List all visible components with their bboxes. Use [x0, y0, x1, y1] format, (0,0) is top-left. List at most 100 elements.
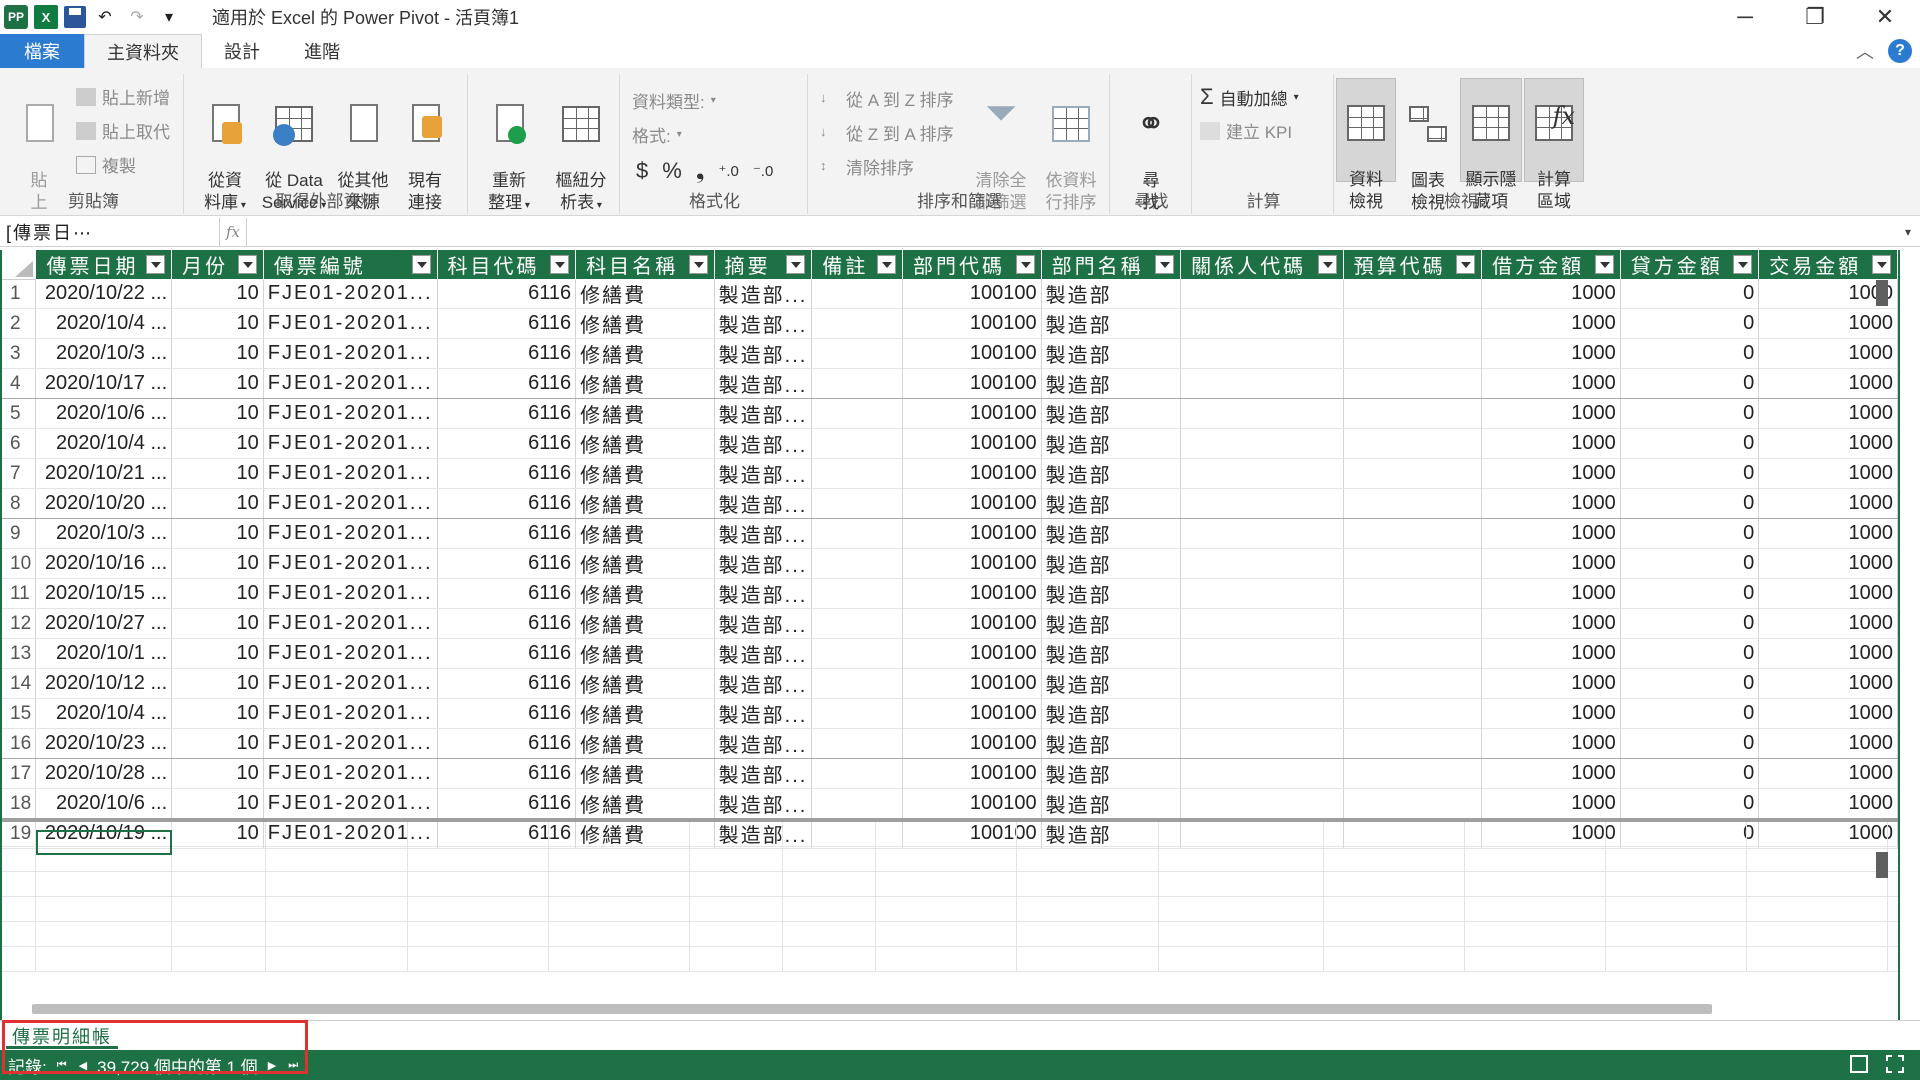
table-cell[interactable]: 1000: [1481, 608, 1621, 639]
table-cell[interactable]: 2020/10/17 ...: [35, 368, 173, 399]
table-cell[interactable]: 100100: [902, 518, 1042, 549]
filter-dropdown-icon[interactable]: [1872, 255, 1891, 274]
filter-dropdown-icon[interactable]: [786, 255, 806, 274]
table-cell[interactable]: 修繕費: [575, 428, 715, 459]
table-cell[interactable]: 2020/10/4 ...: [35, 308, 173, 339]
row-number[interactable]: 2: [2, 308, 37, 339]
table-cell[interactable]: 製造部...: [714, 578, 813, 609]
table-cell[interactable]: 2020/10/4 ...: [35, 428, 173, 459]
table-row[interactable]: 9 2020/10/3 ... 10 FJE01-20201... 6116 修繕費 製造部…: [2, 518, 1898, 549]
table-cell[interactable]: 修繕費: [575, 698, 715, 729]
calc-cell[interactable]: [1017, 822, 1159, 847]
calc-cell[interactable]: [172, 897, 266, 922]
table-cell[interactable]: 10: [171, 758, 264, 789]
column-header[interactable]: 交易金額: [1758, 250, 1898, 279]
calc-cell[interactable]: [1465, 847, 1606, 872]
calc-cell[interactable]: [1606, 947, 1747, 972]
calc-cell[interactable]: [1747, 897, 1888, 922]
refresh-button[interactable]: 重新 整理 ▾: [480, 80, 538, 217]
calc-cell[interactable]: [1017, 947, 1159, 972]
calc-cell[interactable]: [172, 947, 266, 972]
table-row[interactable]: 7 2020/10/21 ... 10 FJE01-20201... 6116 修繕費 製造…: [2, 458, 1898, 489]
table-cell[interactable]: 0: [1620, 698, 1760, 729]
table-cell[interactable]: [1343, 279, 1483, 309]
calc-cell[interactable]: [690, 897, 783, 922]
table-cell[interactable]: 製造部...: [714, 638, 813, 669]
table-cell[interactable]: 修繕費: [575, 458, 715, 489]
table-cell[interactable]: [1343, 698, 1483, 729]
table-cell[interactable]: 100100: [902, 458, 1042, 489]
minimize-button[interactable]: ─: [1710, 0, 1780, 34]
calc-cell[interactable]: [1747, 947, 1888, 972]
table-cell[interactable]: [811, 698, 904, 729]
calc-cell[interactable]: [1747, 822, 1888, 847]
table-cell[interactable]: [1343, 608, 1483, 639]
table-cell[interactable]: 1000: [1758, 518, 1898, 549]
table-cell[interactable]: [1180, 668, 1344, 699]
table-cell[interactable]: 6116: [437, 788, 577, 819]
table-cell[interactable]: [1180, 608, 1344, 639]
close-button[interactable]: ✕: [1850, 0, 1920, 34]
table-cell[interactable]: 修繕費: [575, 608, 715, 639]
table-cell[interactable]: 100100: [902, 279, 1042, 309]
table-cell[interactable]: [1180, 638, 1344, 669]
clear-sort-button[interactable]: ↕ 清除排序: [820, 154, 914, 179]
table-cell[interactable]: FJE01-20201...: [263, 488, 438, 519]
table-cell[interactable]: 10: [171, 398, 264, 429]
name-box[interactable]: [傳票日⋯: [0, 217, 220, 246]
calc-cell[interactable]: [1159, 847, 1324, 872]
table-cell[interactable]: [1180, 518, 1344, 549]
table-cell[interactable]: 1000: [1758, 458, 1898, 489]
table-cell[interactable]: [1180, 788, 1344, 819]
table-cell[interactable]: 2020/10/6 ...: [35, 398, 173, 429]
table-cell[interactable]: 100100: [902, 578, 1042, 609]
calc-cell[interactable]: [1606, 822, 1747, 847]
calc-cell[interactable]: [266, 822, 408, 847]
calc-cell[interactable]: [172, 822, 266, 847]
table-cell[interactable]: [811, 368, 904, 399]
show-hidden-button[interactable]: 顯示隱 藏項: [1460, 78, 1522, 211]
table-cell[interactable]: 1000: [1758, 788, 1898, 819]
calc-cell[interactable]: [549, 947, 690, 972]
table-cell[interactable]: 製造部: [1041, 518, 1182, 549]
table-cell[interactable]: 製造部: [1041, 668, 1182, 699]
calc-cell[interactable]: [783, 922, 876, 947]
table-row[interactable]: 17 2020/10/28 ... 10 FJE01-20201... 6116 修繕費製…: [2, 758, 1898, 789]
tab-design[interactable]: 設計: [202, 34, 282, 68]
tab-file[interactable]: 檔案: [0, 34, 84, 68]
table-cell[interactable]: 100100: [902, 698, 1042, 729]
save-icon[interactable]: [64, 6, 86, 28]
column-header[interactable]: 傳票日期: [35, 250, 173, 279]
filter-dropdown-icon[interactable]: [1733, 255, 1753, 274]
table-cell[interactable]: FJE01-20201...: [263, 638, 438, 669]
calc-cell[interactable]: [690, 822, 783, 847]
table-cell[interactable]: 1000: [1481, 398, 1621, 429]
table-cell[interactable]: 1000: [1481, 548, 1621, 579]
table-cell[interactable]: 1000: [1758, 548, 1898, 579]
calc-cell[interactable]: [1747, 922, 1888, 947]
table-cell[interactable]: 1000: [1758, 608, 1898, 639]
table-cell[interactable]: 6116: [437, 308, 577, 339]
table-cell[interactable]: 0: [1620, 279, 1760, 309]
table-cell[interactable]: 10: [171, 608, 264, 639]
calc-cell[interactable]: [2, 947, 36, 972]
table-cell[interactable]: [1343, 428, 1483, 459]
calc-cell[interactable]: [1324, 947, 1465, 972]
table-cell[interactable]: 0: [1620, 338, 1760, 369]
calc-cell[interactable]: [876, 872, 1017, 897]
table-cell[interactable]: 0: [1620, 728, 1760, 759]
filter-dropdown-icon[interactable]: [1015, 255, 1035, 274]
row-number[interactable]: 9: [2, 518, 37, 549]
table-cell[interactable]: 6116: [437, 578, 577, 609]
table-cell[interactable]: [1343, 488, 1483, 519]
table-cell[interactable]: [811, 488, 904, 519]
table-cell[interactable]: [811, 638, 904, 669]
calc-cell[interactable]: [266, 847, 408, 872]
table-cell[interactable]: 6116: [437, 398, 577, 429]
filter-dropdown-icon[interactable]: [688, 255, 708, 274]
calc-cell[interactable]: [876, 947, 1017, 972]
table-cell[interactable]: 100100: [902, 428, 1042, 459]
table-cell[interactable]: 修繕費: [575, 398, 715, 429]
calc-cell[interactable]: [690, 872, 783, 897]
table-cell[interactable]: 1000: [1758, 698, 1898, 729]
